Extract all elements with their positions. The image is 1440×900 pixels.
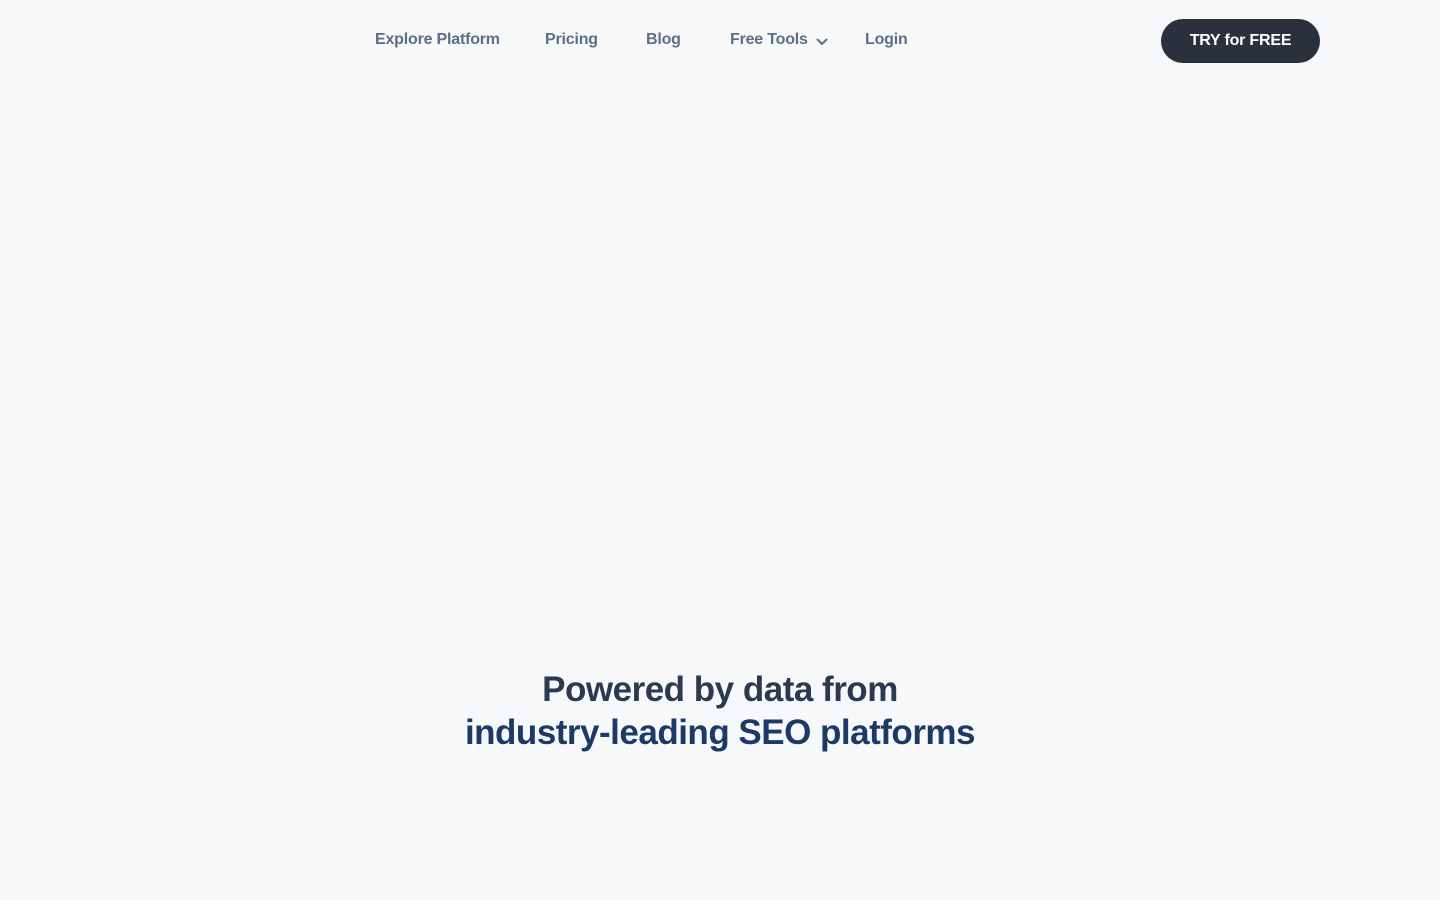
hero-heading: Powered by data from industry-leading SE… xyxy=(0,668,1440,754)
hero-heading-line-1: Powered by data from xyxy=(542,670,898,709)
hero-heading-line-2: industry-leading SEO platforms xyxy=(464,713,976,752)
top-navigation: Explore Platform Pricing Blog Free Tools… xyxy=(0,0,1440,80)
nav-link-free-tools[interactable]: Free Tools xyxy=(730,30,808,50)
chevron-down-icon[interactable] xyxy=(815,35,829,49)
try-for-free-button[interactable]: TRY for FREE xyxy=(1161,19,1320,63)
page: Explore Platform Pricing Blog Free Tools… xyxy=(0,0,1440,900)
nav-link-login[interactable]: Login xyxy=(865,30,908,50)
nav-link-pricing[interactable]: Pricing xyxy=(545,30,598,50)
nav-link-explore-platform[interactable]: Explore Platform xyxy=(375,30,500,50)
nav-link-blog[interactable]: Blog xyxy=(646,30,681,50)
